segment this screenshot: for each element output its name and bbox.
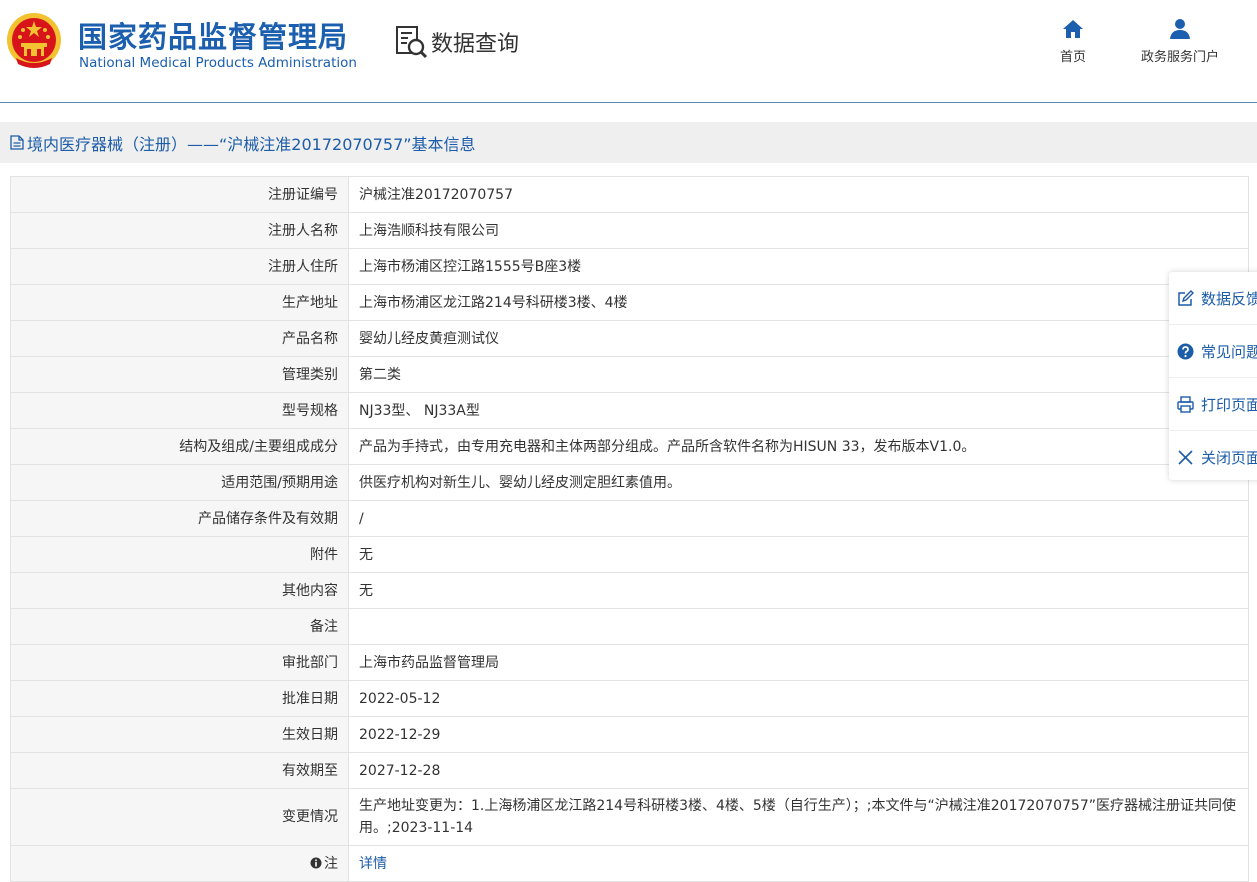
field-label: 生产地址 [10, 284, 349, 321]
field-label: 注册人名称 [10, 212, 349, 249]
nav-service-portal-link[interactable]: 政务服务门户 [1134, 18, 1226, 65]
page-title: 境内医疗器械（注册）——“沪械注准20172070757”基本信息 [27, 134, 476, 154]
field-label: 有效期至 [10, 752, 349, 789]
table-row: 生效日期 2022-12-29 [10, 716, 1249, 753]
table-row: 审批部门 上海市药品监督管理局 [10, 644, 1249, 681]
field-value: 2027-12-28 [348, 752, 1249, 789]
field-label: 产品名称 [10, 320, 349, 357]
table-row: 变更情况 生产地址变更为：1.上海杨浦区龙江路214号科研楼3楼、4楼、5楼（自… [10, 788, 1249, 846]
field-label: 备注 [10, 608, 349, 645]
site-title-cn: 国家药品监督管理局 [78, 20, 349, 54]
document-search-icon [396, 26, 428, 59]
basic-info-table: 注册证编号 沪械注准20172070757 注册人名称 上海浩顺科技有限公司 注… [10, 176, 1249, 882]
table-row: 生产地址 上海市杨浦区龙江路214号科研楼3楼、4楼 [10, 284, 1249, 321]
document-icon [10, 135, 24, 150]
home-icon [1063, 20, 1083, 38]
field-value: 产品为手持式，由专用充电器和主体两部分组成。产品所含软件名称为HISUN 33，… [348, 428, 1249, 465]
field-value: NJ33型、 NJ33A型 [348, 392, 1249, 429]
nav-home-label: 首页 [1059, 50, 1086, 65]
field-value: 2022-05-12 [348, 680, 1249, 717]
print-page-label: 打印页面 [1201, 395, 1257, 414]
field-value: 生产地址变更为：1.上海杨浦区龙江路214号科研楼3楼、4楼、5楼（自行生产）；… [348, 788, 1249, 846]
faq-button[interactable]: 常见问题 [1169, 325, 1257, 378]
site-header: 国家药品监督管理局 National Medical Products Admi… [0, 0, 1257, 104]
field-label: 附件 [10, 536, 349, 573]
header-divider [0, 102, 1257, 103]
table-row: 结构及组成/主要组成成分 产品为手持式，由专用充电器和主体两部分组成。产品所含软… [10, 428, 1249, 465]
print-icon [1177, 395, 1194, 413]
question-icon [1177, 343, 1194, 359]
table-row: 管理类别 第二类 [10, 356, 1249, 393]
field-value: / [348, 500, 1249, 537]
table-row: 注册人住所 上海市杨浦区控江路1555号B座3楼 [10, 248, 1249, 285]
field-value: 无 [348, 572, 1249, 609]
table-row: 批准日期 2022-05-12 [10, 680, 1249, 717]
field-label-note: 注 [10, 845, 349, 882]
print-page-button[interactable]: 打印页面 [1169, 378, 1257, 431]
field-value: 婴幼儿经皮黄疸测试仪 [348, 320, 1249, 357]
field-label: 变更情况 [10, 788, 349, 846]
close-page-button[interactable]: 关闭页面 [1169, 431, 1257, 480]
nav-service-portal-label: 政务服务门户 [1140, 50, 1219, 65]
close-page-label: 关闭页面 [1201, 448, 1257, 467]
field-label: 产品储存条件及有效期 [10, 500, 349, 537]
data-query-heading: 数据查询 [395, 24, 519, 60]
field-value: 上海市杨浦区龙江路214号科研楼3楼、4楼 [348, 284, 1249, 321]
table-row: 其他内容 无 [10, 572, 1249, 609]
field-value: 沪械注准20172070757 [348, 176, 1249, 213]
field-label: 审批部门 [10, 644, 349, 681]
field-value: 详情 [348, 845, 1249, 882]
field-value: 上海浩顺科技有限公司 [348, 212, 1249, 249]
close-icon [1178, 449, 1193, 465]
field-label: 结构及组成/主要组成成分 [10, 428, 349, 465]
field-value: 供医疗机构对新生儿、婴幼儿经皮测定胆红素值用。 [348, 464, 1249, 501]
field-label: 其他内容 [10, 572, 349, 609]
table-row: 注册人名称 上海浩顺科技有限公司 [10, 212, 1249, 249]
table-row: 产品名称 婴幼儿经皮黄疸测试仪 [10, 320, 1249, 357]
table-row: 注册证编号 沪械注准20172070757 [10, 176, 1249, 213]
page-title-bar: 境内医疗器械（注册）——“沪械注准20172070757”基本信息 [0, 122, 1257, 163]
details-link[interactable]: 详情 [359, 856, 387, 872]
field-label: 管理类别 [10, 356, 349, 393]
table-row: 适用范围/预期用途 供医疗机构对新生儿、婴幼儿经皮测定胆红素值用。 [10, 464, 1249, 501]
table-row: 注 详情 [10, 845, 1249, 882]
table-row: 备注 [10, 608, 1249, 645]
faq-label: 常见问题 [1201, 342, 1257, 361]
field-value: 上海市杨浦区控江路1555号B座3楼 [348, 248, 1249, 285]
table-row: 型号规格 NJ33型、 NJ33A型 [10, 392, 1249, 429]
data-feedback-label: 数据反馈 [1201, 289, 1257, 308]
field-label-text: 注 [324, 855, 338, 872]
field-label: 型号规格 [10, 392, 349, 429]
field-value: 无 [348, 536, 1249, 573]
table-row: 附件 无 [10, 536, 1249, 573]
field-label: 注册人住所 [10, 248, 349, 285]
table-row: 有效期至 2027-12-28 [10, 752, 1249, 789]
field-label: 注册证编号 [10, 176, 349, 213]
field-value [348, 608, 1249, 645]
national-emblem-icon [7, 13, 61, 68]
field-value: 2022-12-29 [348, 716, 1249, 753]
field-label: 生效日期 [10, 716, 349, 753]
edit-icon [1178, 289, 1194, 306]
nav-home-link[interactable]: 首页 [1056, 18, 1090, 65]
site-title-en: National Medical Products Administration [79, 55, 357, 71]
field-value: 第二类 [348, 356, 1249, 393]
field-label: 批准日期 [10, 680, 349, 717]
table-row: 产品储存条件及有效期 / [10, 500, 1249, 537]
floating-action-panel: 数据反馈 常见问题 打印页面 关闭页面 [1169, 272, 1257, 480]
field-label: 适用范围/预期用途 [10, 464, 349, 501]
data-feedback-button[interactable]: 数据反馈 [1169, 272, 1257, 325]
user-icon [1170, 19, 1190, 39]
data-query-title: 数据查询 [431, 32, 520, 57]
field-value: 上海市药品监督管理局 [348, 644, 1249, 681]
